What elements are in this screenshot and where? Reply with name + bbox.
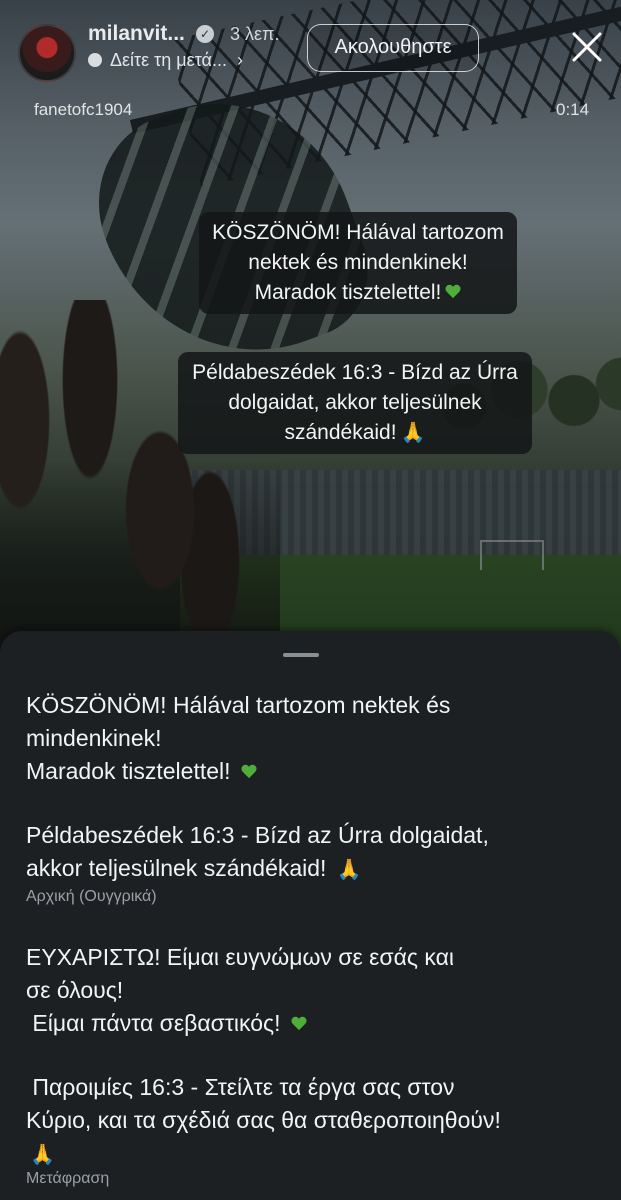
follow-button[interactable]: Ακολουθηστε <box>307 24 479 72</box>
translated-text-paragraph-1: ΕΥΧΑΡΙΣΤΩ! Είμαι ευγνώμων σε εσάς και σε… <box>26 941 601 1040</box>
translate-prompt-text: Δείτε τη μετά... <box>110 50 227 70</box>
story-time-ago: 3 λεπ. <box>230 24 280 44</box>
speech-bubble-icon <box>88 53 102 67</box>
story-text-sticker-2: Példabeszédek 16:3 - Bízd az Úrra dolgai… <box>178 352 532 454</box>
sticker-1-line-3: Maradok tisztelettel! <box>254 281 442 304</box>
sticker-1-line-3-row: Maradok tisztelettel! <box>211 278 505 308</box>
original-text-paragraph-2: Példabeszédek 16:3 - Bízd az Úrra dolgai… <box>26 819 601 887</box>
translated-text-1: ΕΥΧΑΡΙΣΤΩ! Είμαι ευγνώμων σε εσάς και σε… <box>26 944 454 1036</box>
sheet-drag-handle[interactable] <box>283 653 319 657</box>
sticker-1-line-2: nektek és mindenkinek! <box>248 251 468 274</box>
translate-prompt[interactable]: Δείτε τη μετά... › <box>88 50 243 71</box>
translation-note: Μετάφραση <box>26 1170 110 1187</box>
original-text-1: KÖSZÖNÖM! Hálával tartozom nektek és min… <box>26 692 451 784</box>
sticker-1-line-1: KÖSZÖNÖM! Hálával tartozom <box>212 221 504 244</box>
reshared-username[interactable]: fanetofc1904 <box>34 100 132 120</box>
green-heart-icon <box>241 765 257 780</box>
chevron-right-icon: › <box>236 50 243 70</box>
sticker-2-line-3: szándékaid! <box>284 421 397 444</box>
translated-text-2: Παροιμίες 16:3 - Στείλτε τα έργα σας στο… <box>26 1074 501 1133</box>
original-text-2: Példabeszédek 16:3 - Bízd az Úrra dolgai… <box>26 822 489 881</box>
folded-hands-icon: 🙏 <box>336 859 362 881</box>
folded-hands-icon: 🙏 <box>400 422 426 444</box>
folded-hands-icon: 🙏 <box>30 1144 55 1166</box>
original-language-note: Αρχική (Ουγγρικά) <box>26 888 157 905</box>
story-username[interactable]: milanvit... <box>88 22 185 46</box>
close-icon[interactable] <box>570 30 604 64</box>
video-duration: 0:14 <box>556 100 590 119</box>
translated-text-paragraph-2: Παροιμίες 16:3 - Στείλτε τα έργα σας στο… <box>26 1071 601 1172</box>
green-heart-icon <box>291 1017 307 1032</box>
original-text-paragraph-1: KÖSZÖNÖM! Hálával tartozom nektek és min… <box>26 689 601 788</box>
story-text-sticker-1: KÖSZÖNÖM! Hálával tartozom nektek és min… <box>199 212 517 314</box>
avatar[interactable] <box>18 24 76 82</box>
verified-badge-icon: ✓ <box>196 25 214 43</box>
sticker-2-line-3-row: szándékaid! 🙏 <box>190 418 520 448</box>
sticker-2-line-2: dolgaidat, akkor teljesülnek <box>228 391 482 414</box>
sticker-2-line-1: Példabeszédek 16:3 - Bízd az Úrra <box>192 361 518 384</box>
green-heart-icon <box>445 285 461 300</box>
story-header: milanvit... ✓ 3 λεπ. Δείτε τη μετά... › Α… <box>0 0 621 130</box>
translation-sheet: KÖSZÖNÖM! Hálával tartozom nektek és min… <box>0 631 621 1200</box>
